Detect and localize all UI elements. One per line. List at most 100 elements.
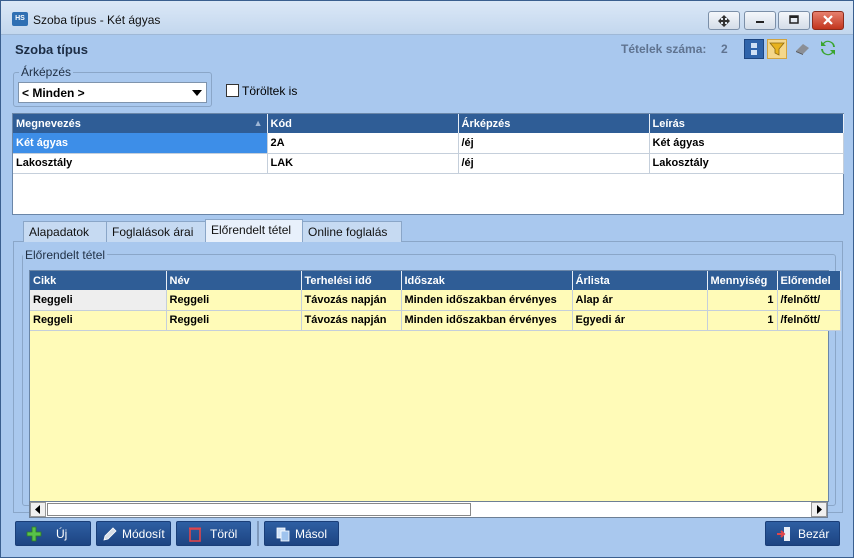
column-header-description[interactable]: Leírás <box>649 114 844 133</box>
cell-pricelist[interactable]: Egyedi ár <box>572 310 708 331</box>
maximize-icon <box>789 15 799 24</box>
scroll-left-button[interactable] <box>30 502 46 517</box>
tab-panel-preorder: Cikk Név Terhelési idő Időszak Árlista M… <box>13 241 843 518</box>
pencil-icon <box>103 527 117 541</box>
edit-button-label: Módosít <box>122 527 165 541</box>
window-title: Szoba típus - Két ágyas <box>33 13 161 27</box>
close-button-label: Bezár <box>798 527 830 541</box>
arrow-left-icon <box>35 505 40 514</box>
form-header: Szoba típus Tételek száma: 2 <box>1 35 853 62</box>
new-button-label: Új <box>56 527 68 541</box>
move-window-button[interactable] <box>708 11 740 30</box>
table-row[interactable]: Reggeli Reggeli Távozás napján Minden id… <box>30 290 841 311</box>
move-arrows-icon <box>718 15 730 27</box>
tab-basic-data[interactable]: Alapadatok <box>23 221 107 242</box>
toolbar-separator <box>257 521 259 546</box>
minimize-icon <box>756 21 764 23</box>
cell-code[interactable]: LAK <box>267 153 459 174</box>
table-row[interactable]: Reggeli Reggeli Távozás napján Minden id… <box>30 310 841 331</box>
column-header-name[interactable]: Név <box>166 271 302 290</box>
table-row[interactable]: Lakosztály LAK /éj Lakosztály <box>13 153 844 174</box>
arrow-right-icon <box>817 505 822 514</box>
cell-code[interactable]: 2A <box>267 133 459 154</box>
cell-name[interactable]: Reggeli <box>166 310 302 331</box>
show-deleted-label[interactable]: Töröltek is <box>242 84 297 98</box>
column-header-period[interactable]: Időszak <box>401 271 573 290</box>
cell-description[interactable]: Két ágyas <box>649 133 844 154</box>
eraser-button[interactable] <box>794 39 814 59</box>
cell-name[interactable]: Reggeli <box>166 290 302 311</box>
filter-button[interactable] <box>767 39 787 59</box>
app-icon: HS <box>12 12 28 26</box>
cell-pricing[interactable]: /éj <box>458 133 650 154</box>
scroll-right-button[interactable] <box>811 502 827 517</box>
funnel-icon <box>769 42 785 56</box>
exit-door-icon <box>777 527 790 541</box>
cell-description[interactable]: Lakosztály <box>649 153 844 174</box>
copy-button-label: Másol <box>295 527 328 541</box>
cell-pricing[interactable]: /éj <box>458 153 650 174</box>
tab-preordered-item[interactable]: Előrendelt tétel <box>205 219 303 242</box>
horizontal-scrollbar[interactable] <box>29 501 828 518</box>
pricing-filter-label: Árképzés <box>19 65 74 79</box>
window: HS Szoba típus - Két ágyas Szoba típus T… <box>0 0 854 558</box>
grid-header-row: Megnevezés ▲ Kód Árképzés Leírás <box>13 114 844 133</box>
copy-icon <box>276 527 290 542</box>
copy-button[interactable]: Másol <box>264 521 339 546</box>
column-header-code[interactable]: Kód <box>267 114 459 133</box>
column-header-pricelist[interactable]: Árlista <box>572 271 708 290</box>
cell-name[interactable]: Két ágyas <box>13 133 268 154</box>
pricing-select-value: < Minden > <box>22 86 85 100</box>
cell-item[interactable]: Reggeli <box>30 310 167 331</box>
eraser-icon <box>796 44 809 55</box>
cell-preorder[interactable]: /felnőtt/ <box>777 290 841 311</box>
plus-icon <box>26 526 42 542</box>
refresh-button[interactable] <box>819 39 839 59</box>
cell-charge-time[interactable]: Távozás napján <box>301 310 402 331</box>
cell-charge-time[interactable]: Távozás napján <box>301 290 402 311</box>
cell-period[interactable]: Minden időszakban érvényes <box>401 310 573 331</box>
item-count-value: 2 <box>721 42 728 56</box>
tab-booking-prices[interactable]: Foglalások árai <box>106 221 206 242</box>
pricing-select[interactable]: < Minden > <box>18 82 207 103</box>
item-count-label: Tételek száma: <box>621 42 707 56</box>
cell-period[interactable]: Minden időszakban érvényes <box>401 290 573 311</box>
cell-quantity[interactable]: 1 <box>707 290 778 311</box>
split-view-icon <box>751 43 757 55</box>
cell-pricelist[interactable]: Alap ár <box>572 290 708 311</box>
column-header-name[interactable]: Megnevezés ▲ <box>13 114 268 133</box>
detail-tabs: Cikk Név Terhelési idő Időszak Árlista M… <box>13 219 843 518</box>
column-header-quantity[interactable]: Mennyiség <box>707 271 778 290</box>
edit-button[interactable]: Módosít <box>96 521 171 546</box>
cell-quantity[interactable]: 1 <box>707 310 778 331</box>
minimize-button[interactable] <box>744 11 776 30</box>
refresh-icon <box>821 40 835 56</box>
column-header-preorder[interactable]: Előrendel <box>777 271 841 290</box>
layout-toggle-button[interactable] <box>744 39 764 59</box>
close-button[interactable]: Bezár <box>765 521 840 546</box>
delete-button[interactable]: Töröl <box>176 521 251 546</box>
footer-toolbar: Új Módosít Töröl Másol Bezár <box>1 517 853 557</box>
column-header-charge-time[interactable]: Terhelési idő <box>301 271 402 290</box>
grid-header-row: Cikk Név Terhelési idő Időszak Árlista M… <box>30 271 841 290</box>
cell-name[interactable]: Lakosztály <box>13 153 268 174</box>
scrollbar-thumb[interactable] <box>47 503 471 516</box>
new-button[interactable]: Új <box>15 521 91 546</box>
column-header-item[interactable]: Cikk <box>30 271 167 290</box>
chevron-down-icon[interactable] <box>192 90 202 96</box>
close-window-button[interactable] <box>812 11 844 30</box>
cell-item[interactable]: Reggeli <box>30 290 167 311</box>
preorder-grid: Cikk Név Terhelési idő Időszak Árlista M… <box>29 270 841 502</box>
page-title: Szoba típus <box>15 42 88 57</box>
column-header-pricing[interactable]: Árképzés <box>458 114 650 133</box>
maximize-button[interactable] <box>778 11 810 30</box>
sort-ascending-icon: ▲ <box>253 118 263 128</box>
trash-icon <box>189 527 201 542</box>
table-row[interactable]: Két ágyas 2A /éj Két ágyas <box>13 133 844 154</box>
tab-online-booking[interactable]: Online foglalás <box>302 221 402 242</box>
title-bar: HS Szoba típus - Két ágyas <box>1 1 853 35</box>
room-type-grid: Megnevezés ▲ Kód Árképzés Leírás Két ágy… <box>12 113 844 215</box>
preorder-group-label: Előrendelt tétel <box>23 248 108 262</box>
cell-preorder[interactable]: /felnőtt/ <box>777 310 841 331</box>
show-deleted-checkbox[interactable] <box>226 84 239 97</box>
